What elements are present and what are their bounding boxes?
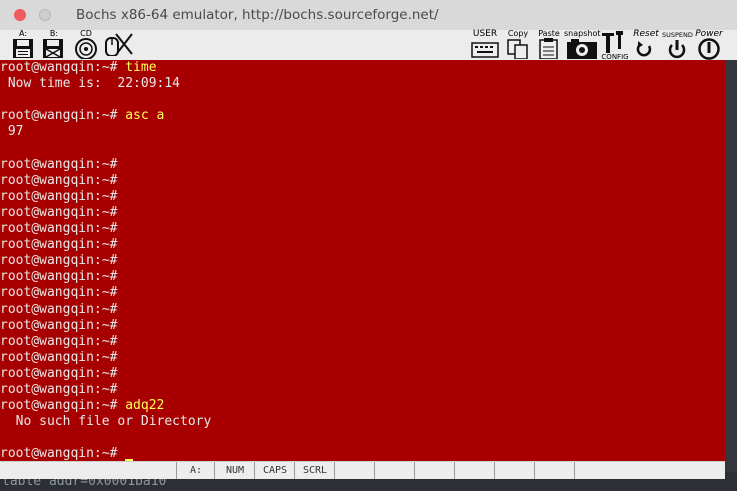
terminal-command: time [125, 60, 157, 75]
terminal-text: root@wangqin:~# [0, 317, 118, 333]
terminal-text: root@wangqin:~# [0, 253, 118, 269]
terminal-text: root@wangqin:~# [0, 188, 118, 204]
terminal-text: root@wangqin:~# [0, 204, 118, 220]
background-terminal-right [725, 60, 737, 472]
terminal-line: root@wangqin:~# [0, 334, 117, 350]
emulator-screen[interactable]: root@wangqin:~# time Now time is: 22:09:… [0, 60, 725, 461]
terminal-line: root@wangqin:~# [0, 302, 117, 318]
status-drive: A: [176, 462, 215, 479]
power-button[interactable]: Power [692, 30, 726, 60]
cdrom-button[interactable]: CD [72, 30, 100, 60]
terminal-text: root@wangqin:~# [0, 285, 118, 301]
terminal-text: root@wangqin:~# [0, 269, 118, 285]
floppy-icon [43, 39, 63, 58]
status-scrl: SCRL [294, 462, 335, 479]
status-cell [414, 462, 455, 479]
floppy-a-button[interactable]: A: [10, 30, 36, 60]
status-cell [454, 462, 495, 479]
terminal-line: root@wangqin:~# [0, 285, 117, 301]
copy-button[interactable]: Copy [505, 30, 531, 60]
status-cell [574, 462, 726, 479]
terminal-command: asc a [125, 108, 165, 124]
status-cell [374, 462, 415, 479]
power-suspend-icon [668, 40, 686, 59]
toolbar: A: B: CD USER Copy Paste snapshot CONFIG… [0, 30, 737, 61]
terminal-text: root@wangqin:~# [0, 221, 118, 236]
terminal-text: 97 [0, 124, 24, 140]
terminal-text: root@wangqin:~# [0, 349, 118, 365]
terminal-line: root@wangqin:~# adq22 [0, 398, 164, 414]
terminal-line: 97 [0, 124, 24, 140]
terminal-line: root@wangqin:~# [0, 189, 117, 205]
copy-icon [507, 39, 528, 59]
mouse-capture-button[interactable] [102, 30, 134, 60]
terminal-line: root@wangqin:~# asc a [0, 108, 164, 124]
terminal-line: Now time is: 22:09:14 [0, 76, 180, 92]
terminal-text: root@wangqin:~# [0, 333, 118, 349]
config-button[interactable]: CONFIG [600, 30, 630, 61]
terminal-line: No such file or Directory [0, 414, 212, 430]
paste-button[interactable]: Paste [535, 30, 563, 60]
reset-button[interactable]: Reset [630, 30, 662, 60]
close-button[interactable] [14, 9, 26, 21]
terminal-line: root@wangqin:~# [0, 253, 117, 269]
paste-icon [539, 38, 558, 59]
status-num: NUM [214, 462, 255, 479]
reset-icon [636, 41, 652, 57]
suspend-button[interactable]: SUSPEND [662, 30, 693, 60]
status-cell [534, 462, 575, 479]
camera-icon [567, 39, 597, 59]
terminal-command: adq22 [125, 398, 165, 414]
power-icon [698, 38, 720, 60]
keyboard-icon [471, 42, 499, 58]
terminal-text: Now time is: 22:09:14 [0, 76, 181, 92]
title-bar: Bochs x86-64 emulator, http://bochs.sour… [0, 0, 737, 31]
terminal-line: root@wangqin:~# [0, 173, 117, 189]
terminal-text: root@wangqin:~# [0, 108, 126, 124]
terminal-text: root@wangqin:~# [0, 156, 118, 172]
terminal-line: root@wangqin:~# [0, 205, 117, 221]
terminal-line: root@wangqin:~# [0, 157, 117, 173]
terminal-text: root@wangqin:~# [0, 365, 118, 381]
status-bar: A: NUM CAPS SCRL [0, 461, 725, 479]
terminal-line: root@wangqin:~# [0, 269, 117, 285]
wrench-icon [602, 31, 623, 53]
status-cell [494, 462, 535, 479]
cdrom-icon [75, 38, 97, 59]
status-cell [334, 462, 375, 479]
terminal-line: root@wangqin:~# [0, 237, 117, 253]
terminal-line: root@wangqin:~# [0, 318, 117, 334]
status-caps: CAPS [254, 462, 295, 479]
terminal-text: root@wangqin:~# [0, 172, 118, 188]
terminal-line: root@wangqin:~# [0, 350, 117, 366]
terminal-text: root@wangqin:~# [0, 446, 126, 461]
terminal-line: root@wangqin:~# [0, 382, 117, 398]
terminal-line: root@wangqin:~# time [0, 60, 157, 76]
window-title: Bochs x86-64 emulator, http://bochs.sour… [76, 7, 439, 23]
bochs-window: Bochs x86-64 emulator, http://bochs.sour… [0, 0, 737, 479]
terminal-text: No such file or Directory [0, 414, 212, 430]
terminal-text: root@wangqin:~# [0, 237, 118, 253]
floppy-icon [13, 39, 33, 58]
terminal-line: root@wangqin:~# [0, 446, 134, 461]
snapshot-button[interactable]: snapshot [564, 30, 601, 60]
terminal-text: root@wangqin:~# [0, 382, 118, 397]
terminal-text: root@wangqin:~# [0, 60, 126, 75]
terminal-line: root@wangqin:~# [0, 366, 117, 382]
mouse-icon [105, 33, 133, 56]
minimize-button[interactable] [39, 9, 51, 21]
terminal-line: root@wangqin:~# [0, 221, 117, 237]
user-button[interactable]: USER [469, 30, 501, 60]
terminal-text: root@wangqin:~# [0, 398, 126, 414]
floppy-b-button[interactable]: B: [40, 30, 68, 60]
terminal-text: root@wangqin:~# [0, 301, 118, 317]
